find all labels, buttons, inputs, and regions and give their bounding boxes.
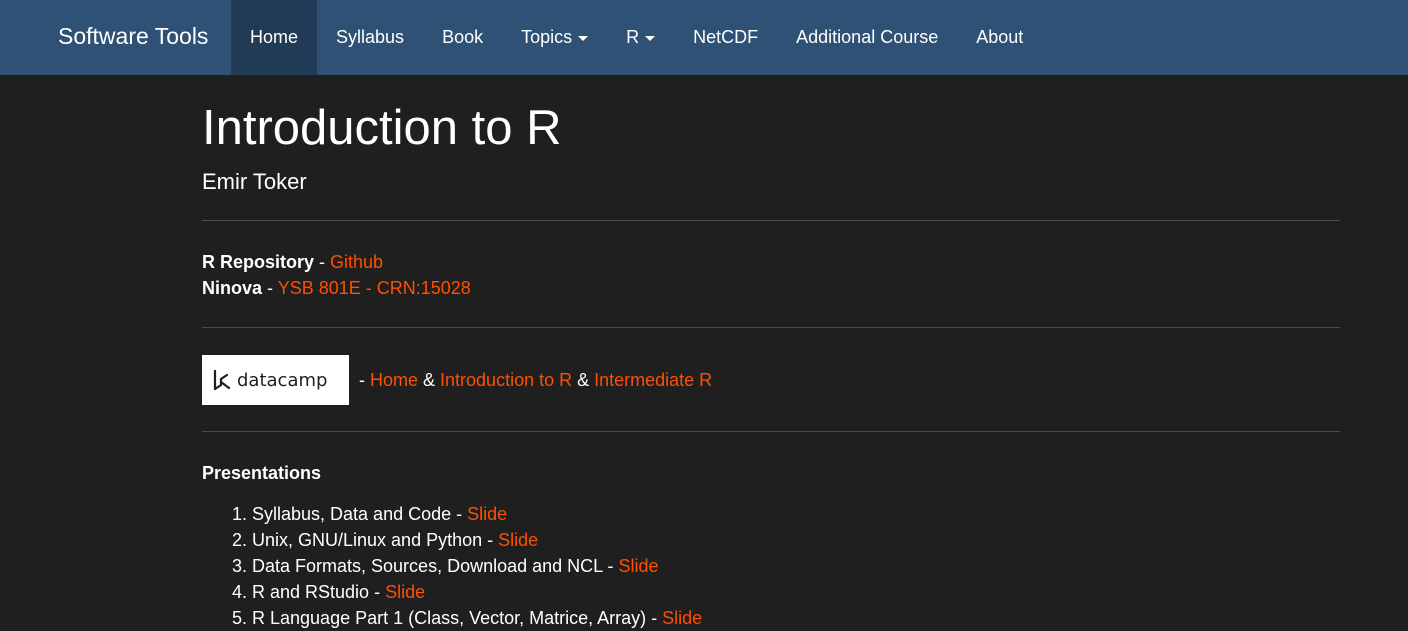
presentations-list: Syllabus, Data and Code - Slide Unix, GN… <box>202 501 1340 631</box>
presentation-title: R and RStudio - <box>252 582 386 602</box>
slide-link[interactable]: Slide <box>385 582 425 602</box>
nav-item-netcdf[interactable]: NetCDF <box>674 0 777 75</box>
divider <box>202 220 1340 221</box>
nav-item-label: Book <box>442 27 484 47</box>
nav-item-label: Home <box>250 27 299 47</box>
presentation-title: Syllabus, Data and Code - <box>252 504 468 524</box>
slide-link[interactable]: Slide <box>662 608 702 628</box>
nav-item-book[interactable]: Book <box>423 0 502 75</box>
ninova-course-link[interactable]: YSB 801E - CRN:15028 <box>278 278 471 298</box>
nav-item-about[interactable]: About <box>957 0 1042 75</box>
ampersand: & <box>572 369 595 390</box>
divider <box>202 327 1340 328</box>
nav-item-syllabus[interactable]: Syllabus <box>317 0 423 75</box>
caret-down-icon <box>645 35 656 41</box>
datacamp-logo[interactable]: datacamp <box>202 355 349 405</box>
github-link[interactable]: Github <box>330 252 383 272</box>
datacamp-logo-text: datacamp <box>237 370 327 391</box>
list-item: R and RStudio - Slide <box>252 579 1340 605</box>
presentation-title: Data Formats, Sources, Download and NCL … <box>252 556 619 576</box>
ninova-label: Ninova <box>202 278 263 298</box>
nav-menu: Home Syllabus Book Topics R NetCDF Addit… <box>231 0 1042 75</box>
caret-down-icon <box>578 35 589 41</box>
repo-label: R Repository <box>202 252 315 272</box>
datacamp-logo-icon: datacamp <box>213 369 327 391</box>
nav-item-home[interactable]: Home <box>231 0 318 75</box>
repo-line: R Repository - Github <box>202 249 1340 275</box>
nav-item-label: R <box>626 27 640 47</box>
author-name: Emir Toker <box>202 169 307 194</box>
slide-link[interactable]: Slide <box>619 556 659 576</box>
ninova-line: Ninova - YSB 801E - CRN:15028 <box>202 275 1340 301</box>
nav-item-label: Syllabus <box>336 27 405 47</box>
nav-item-topics[interactable]: Topics <box>502 0 607 75</box>
nav-item-label: Additional Course <box>796 27 939 47</box>
datacamp-home-link[interactable]: Home <box>370 370 418 391</box>
repository-links: R Repository - Github Ninova - YSB 801E … <box>202 249 1340 301</box>
presentation-title: R Language Part 1 (Class, Vector, Matric… <box>252 608 663 628</box>
slide-link[interactable]: Slide <box>498 530 538 550</box>
nav-item-label: NetCDF <box>693 27 759 47</box>
main-content: Introduction to R Emir Toker R Repositor… <box>202 75 1340 631</box>
presentation-title: Unix, GNU/Linux and Python - <box>252 530 499 550</box>
list-item: R Language Part 1 (Class, Vector, Matric… <box>252 605 1340 631</box>
ampersand: & <box>418 369 441 390</box>
datacamp-intermediate-r-link[interactable]: Intermediate R <box>594 370 712 391</box>
list-item: Data Formats, Sources, Download and NCL … <box>252 553 1340 579</box>
separator: - <box>314 252 331 272</box>
page-title: Introduction to R <box>202 101 562 155</box>
list-item: Unix, GNU/Linux and Python - Slide <box>252 527 1340 553</box>
nav-item-label: Topics <box>521 27 573 47</box>
navbar: Software Tools Home Syllabus Book Topics… <box>0 0 1408 75</box>
divider <box>202 431 1340 432</box>
separator: - <box>262 278 278 298</box>
slide-link[interactable]: Slide <box>467 504 507 524</box>
nav-item-additional-course[interactable]: Additional Course <box>777 0 957 75</box>
datacamp-intro-r-link[interactable]: Introduction to R <box>440 370 572 391</box>
nav-item-r[interactable]: R <box>607 0 674 75</box>
list-item: Syllabus, Data and Code - Slide <box>252 501 1340 527</box>
brand-link[interactable]: Software Tools <box>58 0 208 75</box>
presentations-heading: Presentations <box>202 463 322 483</box>
separator: - <box>354 369 370 390</box>
datacamp-row: datacamp - Home & Introduction to R & In… <box>202 355 1340 405</box>
nav-item-label: About <box>976 27 1024 47</box>
